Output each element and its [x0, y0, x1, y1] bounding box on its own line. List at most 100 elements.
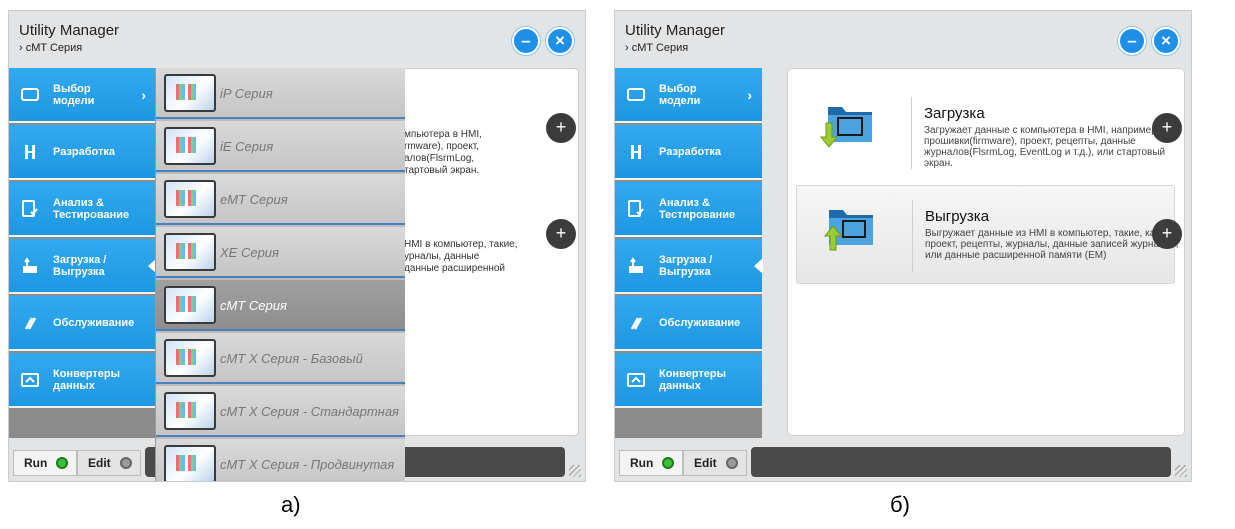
caption-a: а)	[281, 492, 301, 517]
sidebar-item-development[interactable]: Разработка	[615, 125, 762, 180]
download-folder-icon	[819, 107, 872, 148]
sidebar-item-upload-download[interactable]: Загрузка / Выгрузка	[615, 239, 763, 294]
dropdown-item-emt[interactable]: eMT Серия	[156, 174, 405, 225]
hmi-thumbnail-icon	[164, 392, 216, 430]
run-tab-label: Run	[630, 456, 654, 470]
hmi-thumbnail-icon	[164, 445, 216, 481]
window-panel-b: Utility Manager › cMT Серия – × Выбор мо…	[614, 10, 1192, 482]
breadcrumb[interactable]: › cMT Серия	[19, 42, 82, 54]
upload-add-icon[interactable]: +	[546, 219, 576, 249]
dropdown-item-ie[interactable]: iE Серия	[156, 121, 405, 172]
download-add-icon[interactable]: +	[546, 113, 576, 143]
breadcrumb[interactable]: › cMT Серия	[625, 42, 688, 54]
dropdown-item-xe[interactable]: XE Серия	[156, 227, 405, 278]
sidebar-item-label: Выбор модели	[659, 82, 701, 107]
monitor-icon	[21, 87, 39, 101]
close-button[interactable]: ×	[1152, 27, 1180, 55]
sidebar-item-upload-download[interactable]: Загрузка / Выгрузка	[9, 239, 157, 294]
run-tab[interactable]: Run	[13, 450, 77, 476]
content-area: Загрузка Загружает данные с компьютера в…	[787, 68, 1185, 436]
hmi-thumbnail-icon	[164, 74, 216, 112]
edit-tab-label: Edit	[88, 456, 111, 470]
upload-download-icon	[629, 256, 643, 273]
hmi-thumbnail-icon	[164, 339, 216, 377]
bottom-bar: Run Edit	[615, 441, 1191, 481]
convert-icon	[627, 372, 645, 387]
sidebar-item-data-converters[interactable]: Конвертеры данных	[615, 353, 762, 408]
sidebar-item-label: Конвертеры данных	[53, 367, 121, 392]
dropdown-item-cmtx-advanced[interactable]: cMT X Серия - Продвинутая	[156, 439, 405, 481]
wrench-icon	[24, 316, 37, 330]
dropdown-item-cmtx-basic[interactable]: cMT X Серия - Базовый	[156, 333, 405, 384]
run-status-icon	[56, 457, 68, 469]
dropdown-item-label: cMT X Серия - Продвинутая	[220, 457, 395, 472]
app-title: Utility Manager	[19, 22, 120, 39]
card-divider	[912, 200, 913, 272]
upload-description: Выгружает данные из HMI в компьютер, так…	[925, 228, 1179, 261]
minimize-button[interactable]: –	[1118, 27, 1146, 55]
app-title: Utility Manager	[625, 22, 726, 39]
edit-tab-label: Edit	[694, 456, 717, 470]
dropdown-item-cmtx-standard[interactable]: cMT X Серия - Стандартная	[156, 386, 405, 437]
model-series-dropdown: iP Серия iE Серия eMT Серия XE Серия cMT…	[155, 68, 405, 481]
upload-title: Выгрузка	[925, 208, 990, 225]
dropdown-item-cmt[interactable]: cMT Серия	[156, 280, 405, 331]
sidebar-item-data-converters[interactable]: Конвертеры данных	[9, 353, 156, 408]
sidebar-item-model-select[interactable]: Выбор модели ›	[615, 68, 762, 123]
upload-card[interactable]: Выгрузка Выгружает данные из HMI в компь…	[796, 185, 1179, 284]
download-title: Загрузка	[924, 105, 985, 122]
minimize-button[interactable]: –	[512, 27, 540, 55]
dropdown-item-label: eMT Серия	[220, 192, 288, 207]
sidebar-item-label: Выбор модели	[53, 82, 95, 107]
wrench-icon	[630, 316, 643, 330]
chevron-right-icon: ›	[141, 86, 146, 103]
sidebar-item-development[interactable]: Разработка	[9, 125, 156, 180]
sidebar-item-label: Загрузка / Выгрузка	[53, 253, 107, 278]
checklist-icon	[628, 199, 644, 217]
run-tab-label: Run	[24, 456, 48, 470]
sidebar-item-label: Конвертеры данных	[659, 367, 727, 392]
resize-grip-icon[interactable]	[1175, 465, 1187, 477]
dropdown-item-label: cMT X Серия - Стандартная	[220, 404, 399, 419]
card-divider	[911, 97, 912, 169]
sidebar-item-analysis[interactable]: Анализ & Тестирование	[615, 182, 762, 237]
edit-tab[interactable]: Edit	[77, 450, 141, 476]
window-panel-a: Utility Manager › cMT Серия – × Выбор мо…	[8, 10, 586, 482]
upload-add-icon[interactable]: +	[1152, 219, 1182, 249]
sidebar: Выбор модели › Разработка Анализ & Тести…	[615, 68, 763, 438]
sidebar-item-label: Анализ & Тестирование	[659, 196, 736, 221]
edit-tab[interactable]: Edit	[683, 450, 747, 476]
hmi-thumbnail-icon	[164, 127, 216, 165]
dropdown-item-label: cMT Серия	[220, 298, 287, 313]
sidebar-item-maintenance[interactable]: Обслуживание	[615, 296, 762, 351]
sidebar-item-label: Загрузка / Выгрузка	[659, 253, 713, 278]
dropdown-item-ip[interactable]: iP Серия	[156, 68, 405, 119]
convert-icon	[21, 372, 39, 387]
close-button[interactable]: ×	[546, 27, 574, 55]
sidebar-item-label: Разработка	[53, 145, 115, 158]
download-desc-fragment: мпьютера в HMI, rmware), проект, алов(Fl…	[404, 129, 482, 176]
sidebar-item-maintenance[interactable]: Обслуживание	[9, 296, 156, 351]
download-add-icon[interactable]: +	[1152, 113, 1182, 143]
upload-download-icon	[23, 256, 37, 273]
hmi-thumbnail-icon	[164, 233, 216, 271]
sidebar-item-analysis[interactable]: Анализ & Тестирование	[9, 182, 156, 237]
run-status-icon	[662, 457, 674, 469]
sidebar-item-label: Обслуживание	[53, 316, 135, 329]
active-indicator	[754, 257, 763, 274]
hmi-thumbnail-icon	[164, 286, 216, 324]
edit-status-icon	[120, 457, 132, 469]
dropdown-item-label: cMT X Серия - Базовый	[220, 351, 363, 366]
run-tab[interactable]: Run	[619, 450, 683, 476]
download-card[interactable]: Загрузка Загружает данные с компьютера в…	[796, 83, 1175, 182]
tools-icon	[25, 144, 35, 159]
sidebar-item-label: Разработка	[659, 145, 721, 158]
caption-b: б)	[890, 492, 910, 517]
edit-status-icon	[726, 457, 738, 469]
resize-grip-icon[interactable]	[569, 465, 581, 477]
upload-folder-icon	[823, 210, 873, 251]
dropdown-item-label: XE Серия	[220, 245, 279, 260]
sidebar-item-label: Анализ & Тестирование	[53, 196, 130, 221]
checklist-icon	[22, 199, 38, 217]
sidebar-item-model-select[interactable]: Выбор модели ›	[9, 68, 156, 123]
